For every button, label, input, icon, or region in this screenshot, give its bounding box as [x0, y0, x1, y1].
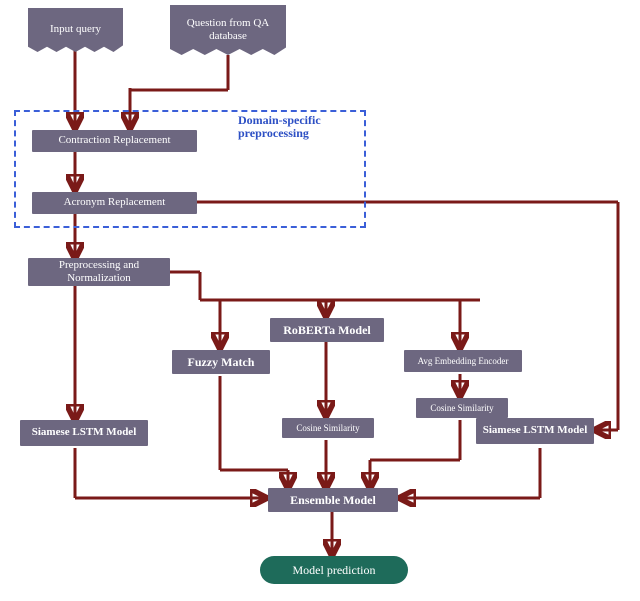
contraction-step: Contraction Replacement [32, 130, 197, 152]
cosine-sim-roberta-label: Cosine Similarity [296, 423, 359, 434]
avg-embed-label: Avg Embedding Encoder [418, 356, 509, 367]
acronym-step: Acronym Replacement [32, 192, 197, 214]
qa-question-doc: Question from QA database [170, 5, 286, 55]
cosine-sim-embed-label: Cosine Similarity [430, 403, 493, 414]
flowchart-canvas: Input query Question from QA database Do… [0, 0, 640, 601]
siamese-right-label: Siamese LSTM Model [483, 424, 588, 437]
qa-question-label: Question from QA database [176, 17, 280, 43]
roberta-label: RoBERTa Model [283, 323, 370, 337]
prediction-label: Model prediction [293, 563, 376, 578]
contraction-label: Contraction Replacement [58, 134, 170, 147]
fuzzy-step: Fuzzy Match [172, 350, 270, 374]
siamese-left-label: Siamese LSTM Model [32, 426, 137, 439]
preprocessing-step: Preprocessing and Normalization [28, 258, 170, 286]
ensemble-label: Ensemble Model [290, 493, 376, 507]
siamese-left-step: Siamese LSTM Model [20, 420, 148, 446]
input-query-doc: Input query [28, 8, 123, 52]
ensemble-step: Ensemble Model [268, 488, 398, 512]
region-label-text: Domain-specific preprocessing [238, 113, 321, 140]
siamese-right-step: Siamese LSTM Model [476, 418, 594, 444]
cosine-sim-roberta-step: Cosine Similarity [282, 418, 374, 438]
input-query-label: Input query [50, 23, 101, 36]
roberta-step: RoBERTa Model [270, 318, 384, 342]
prediction-output: Model prediction [260, 556, 408, 584]
preprocessing-label: Preprocessing and Normalization [34, 259, 164, 285]
acronym-label: Acronym Replacement [64, 196, 166, 209]
region-label: Domain-specific preprocessing [238, 114, 358, 140]
avg-embed-step: Avg Embedding Encoder [404, 350, 522, 372]
cosine-sim-embed-step: Cosine Similarity [416, 398, 508, 418]
fuzzy-label: Fuzzy Match [188, 355, 255, 369]
